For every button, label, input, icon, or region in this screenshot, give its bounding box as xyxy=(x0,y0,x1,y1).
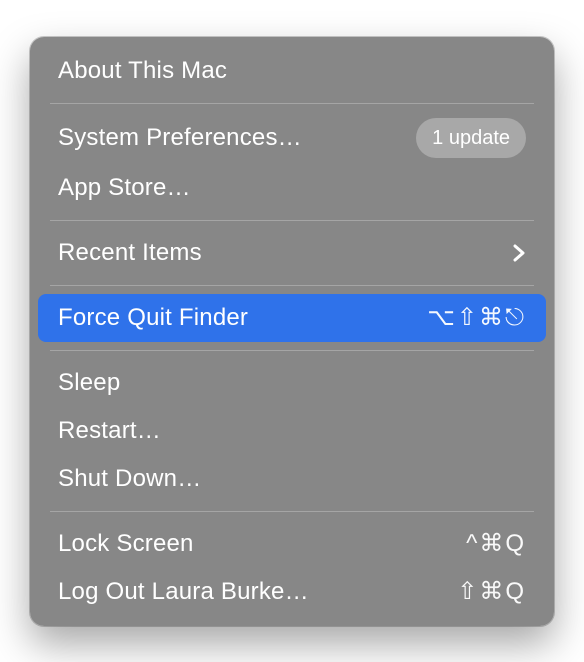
menu-item-label: Force Quit Finder xyxy=(58,300,248,336)
menu-item-label: Log Out Laura Burke… xyxy=(58,574,309,610)
menu-item-label: About This Mac xyxy=(58,53,227,89)
menu-item-system-preferences[interactable]: System Preferences… 1 update xyxy=(30,112,554,164)
menu-item-shut-down[interactable]: Shut Down… xyxy=(30,455,554,503)
menu-shortcut: ⇧⌘Q xyxy=(457,574,526,610)
menu-divider xyxy=(50,285,534,286)
menu-item-lock-screen[interactable]: Lock Screen ^⌘Q xyxy=(30,520,554,568)
menu-item-label: Restart… xyxy=(58,413,161,449)
menu-item-force-quit[interactable]: Force Quit Finder ⌥⇧⌘⎋ xyxy=(38,294,546,342)
apple-menu: About This Mac System Preferences… 1 upd… xyxy=(30,37,554,626)
menu-item-label: Recent Items xyxy=(58,235,202,271)
menu-shortcut: ⌥⇧⌘⎋ xyxy=(427,300,526,336)
menu-item-restart[interactable]: Restart… xyxy=(30,407,554,455)
menu-item-app-store[interactable]: App Store… xyxy=(30,164,554,212)
menu-item-about-this-mac[interactable]: About This Mac xyxy=(30,47,554,95)
menu-item-sleep[interactable]: Sleep xyxy=(30,359,554,407)
menu-item-label: System Preferences… xyxy=(58,120,302,156)
menu-item-label: Lock Screen xyxy=(58,526,194,562)
menu-item-recent-items[interactable]: Recent Items xyxy=(30,229,554,277)
chevron-right-icon xyxy=(512,243,526,263)
menu-item-log-out[interactable]: Log Out Laura Burke… ⇧⌘Q xyxy=(30,568,554,616)
menu-divider xyxy=(50,511,534,512)
menu-item-label: App Store… xyxy=(58,170,191,206)
menu-shortcut: ^⌘Q xyxy=(466,526,526,562)
menu-item-label: Sleep xyxy=(58,365,120,401)
menu-item-label: Shut Down… xyxy=(58,461,201,497)
menu-divider xyxy=(50,350,534,351)
update-badge: 1 update xyxy=(416,118,526,158)
menu-divider xyxy=(50,220,534,221)
menu-divider xyxy=(50,103,534,104)
